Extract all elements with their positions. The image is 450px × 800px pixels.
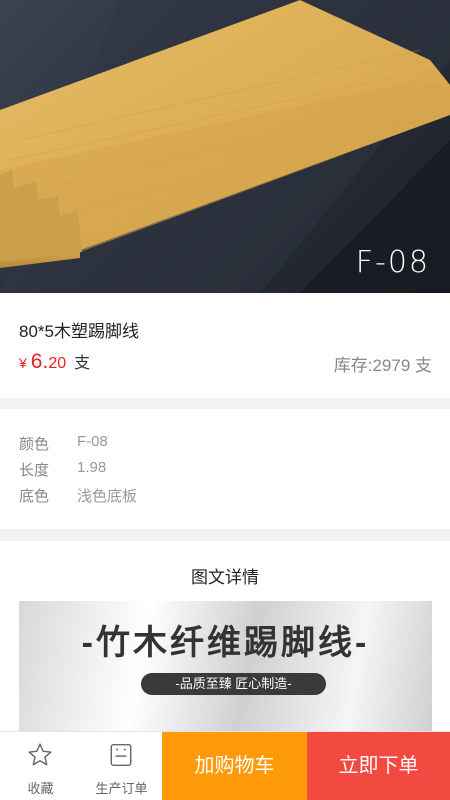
buy-now-button[interactable]: 立即下单 <box>307 732 450 800</box>
spec-key: 颜色 <box>19 436 50 453</box>
favorite-label: 收藏 <box>27 781 54 796</box>
production-orders-button[interactable]: 生产订单 <box>81 732 162 800</box>
spec-value: F-08 <box>77 433 108 450</box>
spec-row-base: 底色 浅色底板 <box>19 485 137 506</box>
spec-value: 浅色底板 <box>77 488 138 505</box>
price-unit: 支 <box>74 355 91 372</box>
product-code-overlay: F-08 <box>355 245 430 280</box>
price-integer: 6. <box>30 350 49 373</box>
spec-key: 底色 <box>19 488 50 505</box>
spec-row-color: 颜色 F-08 <box>19 433 108 454</box>
details-section: 图文详情 -竹木纤维踢脚线- -品质至臻 匠心制造- <box>0 541 450 741</box>
details-title: 图文详情 <box>191 568 259 587</box>
product-price: ¥ 6. 20 支 <box>19 349 90 374</box>
stock-count: 库存:2979 支 <box>333 356 432 375</box>
add-to-cart-button[interactable]: 加购物车 <box>162 732 307 800</box>
spec-row-length: 长度 1.98 <box>19 459 106 480</box>
product-info: 80*5木塑踢脚线 ¥ 6. 20 支 库存:2979 支 <box>0 293 450 398</box>
banner-subtitle: -品质至臻 匠心制造- <box>141 673 326 695</box>
spec-key: 长度 <box>19 462 50 479</box>
banner-title: -竹木纤维踢脚线- <box>81 624 370 662</box>
order-list-icon <box>110 744 132 766</box>
bottom-action-bar: 收藏 生产订单 加购物车 立即下单 <box>0 731 450 800</box>
spec-value: 1.98 <box>77 459 107 476</box>
detail-banner-image: -竹木纤维踢脚线- -品质至臻 匠心制造- <box>19 601 432 741</box>
product-title: 80*5木塑踢脚线 <box>19 322 139 341</box>
currency-symbol: ¥ <box>19 355 27 371</box>
orders-label: 生产订单 <box>95 781 148 796</box>
favorite-button[interactable]: 收藏 <box>0 732 81 800</box>
spec-list: 颜色 F-08 长度 1.98 底色 浅色底板 <box>0 409 450 529</box>
star-icon <box>28 743 52 766</box>
price-decimal: 20 <box>48 355 67 372</box>
product-image: F-08 <box>0 0 450 293</box>
